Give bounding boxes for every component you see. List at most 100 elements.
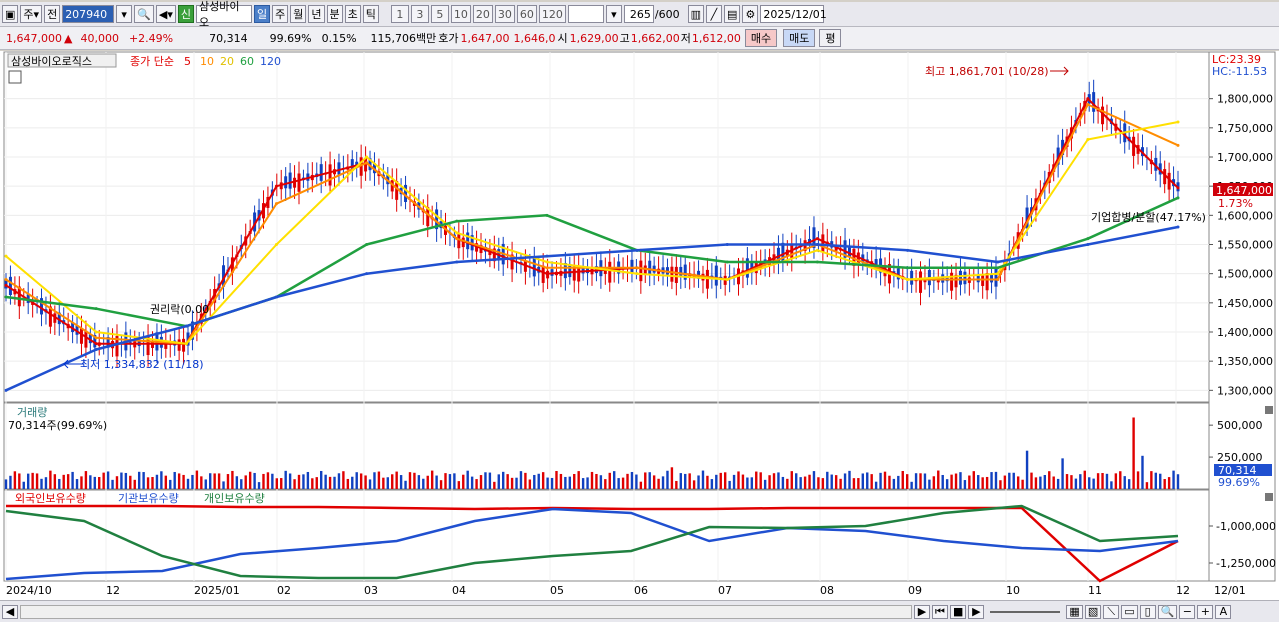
volume-bar bbox=[49, 470, 52, 489]
tab-minute[interactable]: 분 bbox=[326, 5, 343, 23]
volume-bar bbox=[457, 481, 461, 489]
font-size-icon[interactable]: A bbox=[1215, 604, 1232, 619]
draw-tool-icon[interactable]: ╱ bbox=[705, 5, 722, 23]
volume-bar bbox=[391, 474, 394, 489]
plus-icon[interactable]: + bbox=[1197, 604, 1214, 619]
stop-icon[interactable]: ■ bbox=[950, 604, 967, 619]
open-price: 1,629,00 bbox=[569, 31, 619, 45]
volume-bar bbox=[248, 471, 252, 489]
layout-icon[interactable]: ▣ bbox=[2, 5, 19, 23]
tab-year[interactable]: 년 bbox=[308, 5, 325, 23]
volume-bar bbox=[146, 477, 150, 489]
gear-icon[interactable]: ⚙ bbox=[742, 5, 759, 23]
volume-bar bbox=[395, 471, 398, 489]
tool-icon-1[interactable]: ▦ bbox=[1066, 604, 1083, 619]
calendar-icon[interactable] bbox=[8, 70, 22, 84]
low-price: 1,612,00 bbox=[691, 31, 741, 45]
interval-60[interactable]: 60 bbox=[516, 5, 537, 23]
volume-bar bbox=[1123, 476, 1126, 489]
zoom-icon[interactable]: 🔍 bbox=[1157, 604, 1178, 619]
stock-name-field[interactable]: 삼성바이오 bbox=[196, 0, 252, 29]
volume-bar bbox=[710, 479, 714, 489]
volume-bar bbox=[240, 479, 243, 489]
period-selector[interactable]: 주 ▾ bbox=[20, 5, 43, 23]
volume-bar bbox=[71, 471, 74, 489]
holdings-pane-close-icon[interactable] bbox=[1265, 493, 1273, 501]
volume-bar bbox=[617, 478, 620, 489]
volume-bar bbox=[137, 471, 141, 489]
scroll-track[interactable] bbox=[20, 604, 912, 619]
date-input[interactable]: 2025/12/01 bbox=[760, 5, 827, 23]
volume-bar bbox=[315, 477, 318, 489]
x-tick-label: 12 bbox=[1176, 584, 1190, 597]
interval-dropdown-icon[interactable]: ▾ bbox=[605, 5, 622, 23]
volume-bar bbox=[44, 477, 48, 489]
ma-point-10 bbox=[455, 237, 459, 241]
volume-bar bbox=[852, 478, 856, 489]
count-input[interactable]: 265 bbox=[623, 5, 654, 23]
volume-bar bbox=[621, 477, 625, 489]
interval-1[interactable]: 1 bbox=[390, 5, 409, 23]
tab-day[interactable]: 일 bbox=[254, 5, 271, 23]
ma-10-label: 10 bbox=[200, 55, 214, 68]
volume-bar bbox=[1025, 450, 1029, 489]
price-change: 40,000 bbox=[80, 31, 119, 45]
volume-bar bbox=[981, 477, 984, 489]
volume-bar bbox=[741, 474, 745, 489]
interval-20[interactable]: 20 bbox=[472, 5, 493, 23]
interval-3[interactable]: 3 bbox=[410, 5, 429, 23]
volume-pane-close-icon[interactable] bbox=[1265, 406, 1273, 414]
volume-bar bbox=[399, 475, 403, 489]
play-icon[interactable]: ▶ bbox=[968, 604, 985, 619]
volume-bar bbox=[475, 479, 478, 489]
volume-bar bbox=[1056, 478, 1060, 489]
sound-icon[interactable]: ◀▾ bbox=[155, 5, 176, 23]
ma-point-60 bbox=[725, 260, 729, 264]
ma-60-label: 60 bbox=[240, 55, 254, 68]
save-icon[interactable]: ▤ bbox=[723, 5, 741, 23]
tool-icon-4[interactable]: ▭ bbox=[1121, 604, 1138, 619]
volume-bar bbox=[808, 474, 811, 489]
tool-icon-2[interactable]: ▧ bbox=[1084, 604, 1102, 619]
interval-120[interactable]: 120 bbox=[538, 5, 566, 23]
interval-5[interactable]: 5 bbox=[430, 5, 449, 23]
volume-bar bbox=[510, 477, 514, 489]
custom-interval-input[interactable] bbox=[567, 5, 604, 23]
tab-second[interactable]: 초 bbox=[344, 5, 361, 23]
volume-bar bbox=[133, 479, 136, 489]
search-icon[interactable]: 🔍 bbox=[134, 5, 154, 23]
tab-tick[interactable]: 틱 bbox=[362, 5, 379, 23]
minus-icon[interactable]: − bbox=[1179, 604, 1196, 619]
avg-button[interactable]: 평 bbox=[819, 29, 842, 47]
tool-icon-3[interactable]: ⟍ bbox=[1103, 604, 1120, 619]
volume-bar bbox=[1159, 473, 1162, 489]
volume-bar bbox=[590, 471, 594, 489]
turnover-rate: 0.15% bbox=[321, 31, 357, 45]
x-tick-label: 2025/01 bbox=[194, 584, 240, 597]
interval-30[interactable]: 30 bbox=[494, 5, 515, 23]
volume-bar bbox=[821, 478, 825, 489]
tab-week[interactable]: 주 bbox=[272, 5, 289, 23]
code-dropdown-icon[interactable]: ▾ bbox=[116, 5, 133, 23]
stock-code-input[interactable]: 207940 bbox=[62, 5, 115, 23]
prev-button[interactable]: 전 bbox=[44, 5, 61, 23]
tab-month[interactable]: 월 bbox=[290, 5, 307, 23]
buy-button[interactable]: 매수 bbox=[744, 29, 778, 47]
tool-icon-5[interactable]: ▯ bbox=[1139, 604, 1156, 619]
x-tick-label: 11 bbox=[1088, 584, 1102, 597]
rewind-icon[interactable]: ⏮ bbox=[932, 604, 948, 619]
chart-type-icon[interactable]: ▥ bbox=[687, 5, 704, 23]
volume-bar bbox=[226, 474, 230, 489]
candle-body bbox=[674, 266, 678, 283]
scroll-left-icon[interactable]: ◀ bbox=[2, 604, 18, 619]
sell-button[interactable]: 매도 bbox=[783, 29, 816, 47]
zoom-slider[interactable] bbox=[990, 610, 1061, 613]
x-tick-label: 12 bbox=[106, 584, 120, 597]
scroll-right-icon[interactable]: ▶ bbox=[914, 604, 930, 619]
volume-bar bbox=[537, 473, 540, 489]
volume-bar bbox=[177, 473, 181, 489]
volume-bar bbox=[222, 481, 225, 489]
new-badge[interactable]: 신 bbox=[177, 5, 194, 23]
chart-area[interactable]: 1,800,0001,750,0001,700,0001,650,0001,60… bbox=[0, 51, 1279, 601]
interval-10[interactable]: 10 bbox=[450, 5, 471, 23]
